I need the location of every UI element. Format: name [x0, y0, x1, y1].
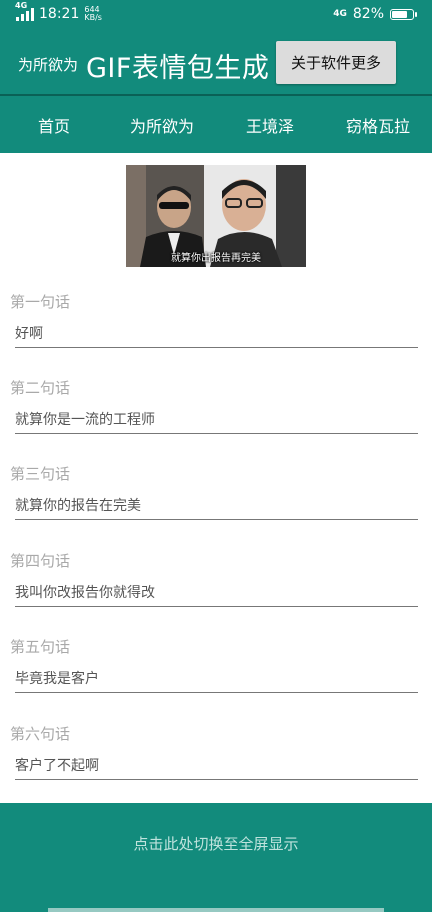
tab-wangjingze[interactable]: 王境泽: [216, 96, 324, 153]
sentence-3-input[interactable]: 就算你的报告在完美: [15, 497, 418, 520]
sentence-4-group: 第四句话 我叫你改报告你就得改: [10, 550, 418, 607]
app-title: GIF表情包生成: [86, 53, 270, 84]
sentence-3-label: 第三句话: [10, 465, 71, 483]
gif-preview[interactable]: 就算你出报告再完美: [126, 165, 306, 267]
sentence-1-input[interactable]: 好啊: [15, 325, 418, 348]
sentence-6-label: 第六句话: [10, 725, 71, 743]
sentence-1-label: 第一句话: [10, 293, 71, 311]
network-speed: 644 KB/s: [84, 5, 102, 22]
sentence-1-group: 第一句话 好啊: [10, 291, 418, 348]
tab-qiegewala[interactable]: 窃格瓦拉: [324, 96, 432, 153]
fullscreen-toggle-label: 点击此处切换至全屏显示: [133, 835, 299, 853]
sentence-2-label: 第二句话: [10, 379, 71, 397]
clock: 18:21: [39, 6, 80, 22]
status-bar: 4G 18:21 644 KB/s 4G 82%: [0, 0, 432, 32]
sentence-5-input[interactable]: 毕竟我是客户: [15, 670, 418, 693]
signal-icon: 4G: [15, 1, 34, 21]
tab-bar: 首页 为所欲为 王境泽 窃格瓦拉: [0, 96, 432, 153]
sentence-5-label: 第五句话: [10, 638, 71, 656]
sentence-4-input[interactable]: 我叫你改报告你就得改: [15, 584, 418, 607]
system-nav-strip: [48, 908, 384, 912]
sentence-4-label: 第四句话: [10, 552, 71, 570]
sentence-3-group: 第三句话 就算你的报告在完美: [10, 463, 418, 520]
battery-percent: 82%: [352, 6, 384, 22]
battery-icon: [390, 8, 417, 20]
sentence-6-input[interactable]: 客户了不起啊: [15, 757, 418, 780]
sentence-2-group: 第二句话 就算你是一流的工程师: [10, 377, 418, 434]
about-button[interactable]: 关于软件更多: [276, 41, 396, 84]
sentence-6-group: 第六句话 客户了不起啊: [10, 723, 418, 780]
sentence-2-input[interactable]: 就算你是一流的工程师: [15, 411, 418, 434]
app-bar: 为所欲为 GIF表情包生成 关于软件更多: [0, 32, 432, 94]
sentence-5-group: 第五句话 毕竟我是客户: [10, 636, 418, 693]
network-type: 4G: [333, 9, 347, 19]
tab-weisuoyuwei[interactable]: 为所欲为: [108, 96, 216, 153]
tab-home[interactable]: 首页: [0, 96, 108, 153]
app-prefix: 为所欲为: [18, 56, 79, 74]
fullscreen-toggle-area[interactable]: 点击此处切换至全屏显示: [0, 803, 432, 912]
gif-caption: 就算你出报告再完美: [171, 253, 261, 264]
